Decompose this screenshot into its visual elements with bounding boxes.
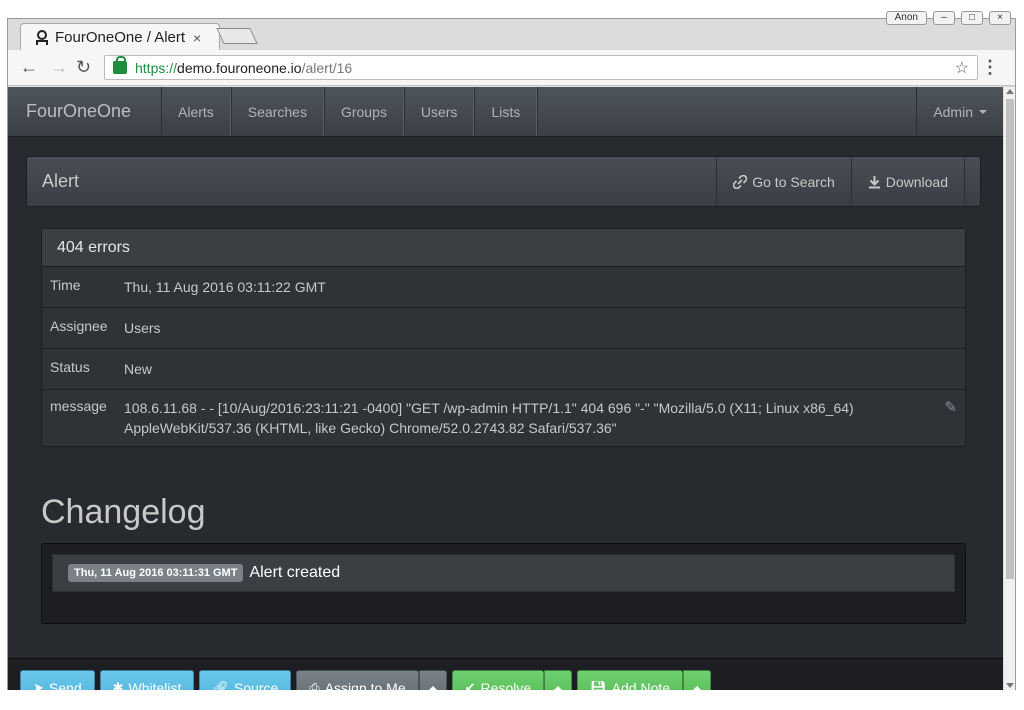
download-label: Download xyxy=(885,173,948,190)
tab-close-icon[interactable]: × xyxy=(193,30,201,46)
scroll-down-icon[interactable] xyxy=(1006,683,1014,688)
tab-title: FourOneOne / Alert xyxy=(55,29,185,46)
add-note-dropdown-toggle[interactable] xyxy=(683,670,712,690)
timestamp-badge: Thu, 11 Aug 2016 03:11:31 GMT xyxy=(68,564,244,582)
menu-icon[interactable]: ⋮ xyxy=(981,57,999,78)
changelog-text: Alert created xyxy=(249,564,341,581)
row-value: Users xyxy=(124,320,161,336)
forward-icon[interactable]: → xyxy=(50,57,68,78)
nav-spacer xyxy=(537,87,916,136)
new-tab-button[interactable] xyxy=(216,28,258,44)
address-bar[interactable]: https://demo.fouroneone.io/alert/16 ☆ xyxy=(104,55,978,80)
vertical-scrollbar[interactable] xyxy=(1003,87,1015,690)
url-text: https://demo.fouroneone.io/alert/16 xyxy=(135,59,353,76)
list-item: Thu, 11 Aug 2016 03:11:31 GMT Alert crea… xyxy=(52,554,955,592)
scroll-up-icon[interactable] xyxy=(1006,89,1014,94)
changelog-list: Thu, 11 Aug 2016 03:11:31 GMT Alert crea… xyxy=(41,543,966,624)
admin-label: Admin xyxy=(933,103,973,120)
browser-window: Anon – □ × FourOneOne / Alert × ← → ↻ ht… xyxy=(7,11,1016,690)
row-key: Time xyxy=(50,277,81,293)
send-icon: ➤ xyxy=(33,680,44,690)
table-row: Status New xyxy=(42,349,965,390)
link-icon: 🔗︎ xyxy=(212,680,229,690)
nav-item-users[interactable]: Users xyxy=(403,87,475,136)
header-divider xyxy=(964,157,980,206)
alert-name: 404 errors xyxy=(42,229,965,267)
table-row: Time Thu, 11 Aug 2016 03:11:22 GMT xyxy=(42,267,965,308)
assign-dropdown-toggle[interactable] xyxy=(418,670,447,690)
source-label: Source xyxy=(233,680,279,690)
row-key: message xyxy=(50,398,107,414)
brand-link[interactable]: FourOneOne xyxy=(8,87,161,136)
row-key: Assignee xyxy=(50,318,108,334)
nav-item-groups[interactable]: Groups xyxy=(323,87,404,136)
reload-icon[interactable]: ↻ xyxy=(76,57,91,78)
action-bar: ➤ Send ✱ Whitelist 🔗︎ Source ⎙ Assign to… xyxy=(8,658,1003,690)
page-title: Alert xyxy=(42,171,80,191)
inbox-icon: ⎙ xyxy=(309,680,320,690)
go-to-search-button[interactable]: Go to Search xyxy=(716,157,851,206)
resolve-dropdown-toggle[interactable] xyxy=(544,670,573,690)
whitelist-button[interactable]: ✱ Whitelist xyxy=(99,670,195,690)
alert-header-panel: Alert Go to Search Download xyxy=(26,156,981,207)
caret-up-icon xyxy=(428,686,437,690)
nav-item-alerts[interactable]: Alerts xyxy=(161,87,231,136)
download-button[interactable]: Download xyxy=(850,157,964,206)
send-label: Send xyxy=(48,680,82,690)
assign-to-me-button[interactable]: ⎙ Assign to Me xyxy=(296,670,419,690)
lock-icon xyxy=(113,56,127,74)
caret-up-icon xyxy=(693,686,702,690)
pencil-icon[interactable]: ✎ xyxy=(939,398,957,438)
alert-detail-table: 404 errors Time Thu, 11 Aug 2016 03:11:2… xyxy=(41,228,966,447)
back-icon[interactable]: ← xyxy=(20,57,38,78)
bookmark-star-icon[interactable]: ☆ xyxy=(955,58,969,78)
caret-up-icon xyxy=(554,686,563,690)
user-icon xyxy=(36,29,48,45)
row-value: New xyxy=(124,361,153,377)
save-icon: 💾︎ xyxy=(590,680,607,690)
add-note-label: Add Note xyxy=(611,680,671,690)
page-viewport: FourOneOne Alerts Searches Groups Users … xyxy=(8,87,1015,690)
row-value: 108.6.11.68 - - [10/Aug/2016:23:11:21 -0… xyxy=(124,400,854,436)
nav-item-searches[interactable]: Searches xyxy=(230,87,324,136)
whitelist-label: Whitelist xyxy=(128,680,182,690)
download-icon xyxy=(868,175,880,188)
source-button[interactable]: 🔗︎ Source xyxy=(199,670,292,690)
changelog-title: Changelog xyxy=(41,493,206,531)
admin-dropdown[interactable]: Admin xyxy=(916,87,1003,136)
top-navbar: FourOneOne Alerts Searches Groups Users … xyxy=(8,87,1003,137)
table-row: Assignee Users xyxy=(42,308,965,349)
link-icon xyxy=(733,174,748,189)
go-to-search-label: Go to Search xyxy=(752,173,835,190)
browser-toolbar: ← → ↻ https://demo.fouroneone.io/alert/1… xyxy=(8,50,1015,86)
nav-item-lists[interactable]: Lists xyxy=(474,87,538,136)
scrollbar-thumb[interactable] xyxy=(1006,99,1014,579)
asterisk-icon: ✱ xyxy=(112,680,124,690)
send-button[interactable]: ➤ Send xyxy=(20,670,95,690)
check-icon: ✔ xyxy=(464,680,476,690)
caret-down-icon xyxy=(979,109,987,114)
row-key: Status xyxy=(50,359,90,375)
tab-strip: FourOneOne / Alert × xyxy=(8,19,1015,50)
resolve-button[interactable]: ✔ Resolve xyxy=(451,670,545,690)
assign-to-me-label: Assign to Me xyxy=(324,680,406,690)
add-note-button[interactable]: 💾︎ Add Note xyxy=(577,670,684,690)
row-value: Thu, 11 Aug 2016 03:11:22 GMT xyxy=(124,279,326,295)
resolve-label: Resolve xyxy=(480,680,532,690)
table-row: message 108.6.11.68 - - [10/Aug/2016:23:… xyxy=(42,390,965,446)
browser-tab[interactable]: FourOneOne / Alert × xyxy=(20,23,220,50)
